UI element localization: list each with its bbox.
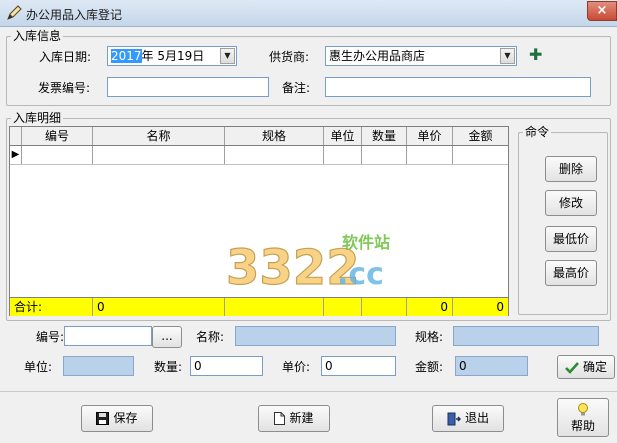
app-pen-icon [7, 5, 22, 20]
col-header-code[interactable]: 编号 [22, 127, 93, 145]
exit-label: 退出 [464, 411, 489, 425]
col-header-qty[interactable]: 数量 [362, 127, 407, 145]
table-row[interactable]: ▶ [10, 146, 508, 165]
highest-price-button[interactable]: 最高价 [545, 260, 597, 286]
delete-button[interactable]: 删除 [545, 156, 597, 182]
grid-header-row: 编号 名称 规格 单位 数量 单价 金额 [10, 127, 508, 146]
save-label: 保存 [113, 411, 138, 425]
cell-spec[interactable] [225, 146, 324, 164]
help-label: 帮助 [570, 419, 595, 433]
date-dropdown-icon[interactable]: ▼ [220, 48, 235, 64]
col-header-unit[interactable]: 单位 [324, 127, 362, 145]
watermark-suffix: .cc [337, 257, 384, 292]
row-indicator: ▶ [10, 146, 22, 164]
date-year-selection: 2017 [111, 49, 142, 63]
col-header-price[interactable]: 单价 [407, 127, 453, 145]
add-supplier-icon[interactable]: ✚ [529, 47, 542, 63]
title-bar: 办公用品入库登记 × [0, 0, 617, 27]
site-watermark-logo: 3322 .cc 软件站 [225, 233, 390, 297]
footer-divider [0, 391, 617, 392]
total-spec [225, 298, 324, 316]
total-amount: 0 [496, 300, 504, 314]
amount-label: 金额: [415, 360, 444, 374]
price-input[interactable]: 0 [321, 356, 396, 376]
total-price: 0 [407, 298, 453, 316]
new-label: 新建 [289, 411, 314, 425]
new-button[interactable]: 新建 [258, 405, 330, 432]
code-label: 编号: [36, 330, 65, 344]
floppy-disk-icon [96, 412, 110, 425]
col-header-name[interactable]: 名称 [93, 127, 225, 145]
window-title: 办公用品入库登记 [26, 8, 123, 22]
header-info-legend: 入库信息 [11, 28, 64, 44]
spec-label: 规格: [415, 330, 444, 344]
code-input[interactable] [64, 326, 152, 346]
total-qty [362, 298, 407, 316]
date-label: 入库日期: [39, 50, 92, 64]
lightbulb-icon [578, 403, 588, 416]
cell-price[interactable] [407, 146, 453, 164]
exit-button[interactable]: 退出 [432, 405, 504, 432]
supplier-select[interactable]: 惠生办公用品商店 ▼ [325, 46, 517, 66]
spec-display [453, 326, 599, 346]
detail-legend: 入库明细 [11, 110, 64, 126]
note-label: 备注: [282, 81, 311, 95]
command-legend: 命令 [523, 124, 552, 140]
price-label: 单价: [282, 360, 311, 374]
total-row: 合计: 0 0 0 [10, 297, 508, 316]
col-header-spec[interactable]: 规格 [225, 127, 324, 145]
qty-input[interactable]: 0 [190, 356, 263, 376]
browse-button[interactable]: ... [152, 326, 182, 348]
confirm-label: 确定 [582, 360, 607, 374]
cell-qty[interactable] [362, 146, 407, 164]
qty-label: 数量: [154, 360, 183, 374]
unit-display [63, 356, 134, 376]
watermark-tag: 软件站 [342, 233, 390, 252]
date-picker[interactable]: 2017年 5月19日 ▼ [107, 46, 237, 66]
supplier-value: 惠生办公用品商店 [329, 49, 426, 63]
cell-code[interactable] [22, 146, 93, 164]
amount-display: 0 [455, 356, 528, 376]
name-display [235, 326, 396, 346]
close-button[interactable]: × [587, 1, 617, 21]
new-document-icon [274, 412, 286, 425]
cell-name[interactable] [93, 146, 225, 164]
total-code: 0 [93, 298, 225, 316]
modify-button[interactable]: 修改 [545, 190, 597, 216]
confirm-button[interactable]: 确定 [557, 355, 615, 379]
lowest-price-button[interactable]: 最低价 [545, 226, 597, 252]
note-input[interactable] [325, 77, 591, 97]
invoice-label: 发票编号: [38, 81, 91, 95]
help-button[interactable]: 帮助 [557, 398, 609, 437]
col-header-amount[interactable]: 金额 [453, 127, 508, 145]
cell-unit[interactable] [324, 146, 362, 164]
save-button[interactable]: 保存 [81, 405, 153, 432]
date-rest-text: 年 5月19日 [141, 49, 205, 63]
supplier-label: 供货商: [269, 50, 310, 64]
name-label: 名称: [196, 330, 225, 344]
total-label: 合计: [10, 298, 93, 316]
checkmark-icon [565, 361, 579, 374]
supplier-dropdown-icon[interactable]: ▼ [500, 48, 515, 64]
unit-label: 单位: [24, 360, 53, 374]
total-unit [324, 298, 362, 316]
invoice-input[interactable] [107, 77, 269, 97]
cell-amount[interactable] [453, 146, 508, 164]
exit-door-icon [447, 412, 461, 425]
grid-corner [10, 127, 22, 145]
